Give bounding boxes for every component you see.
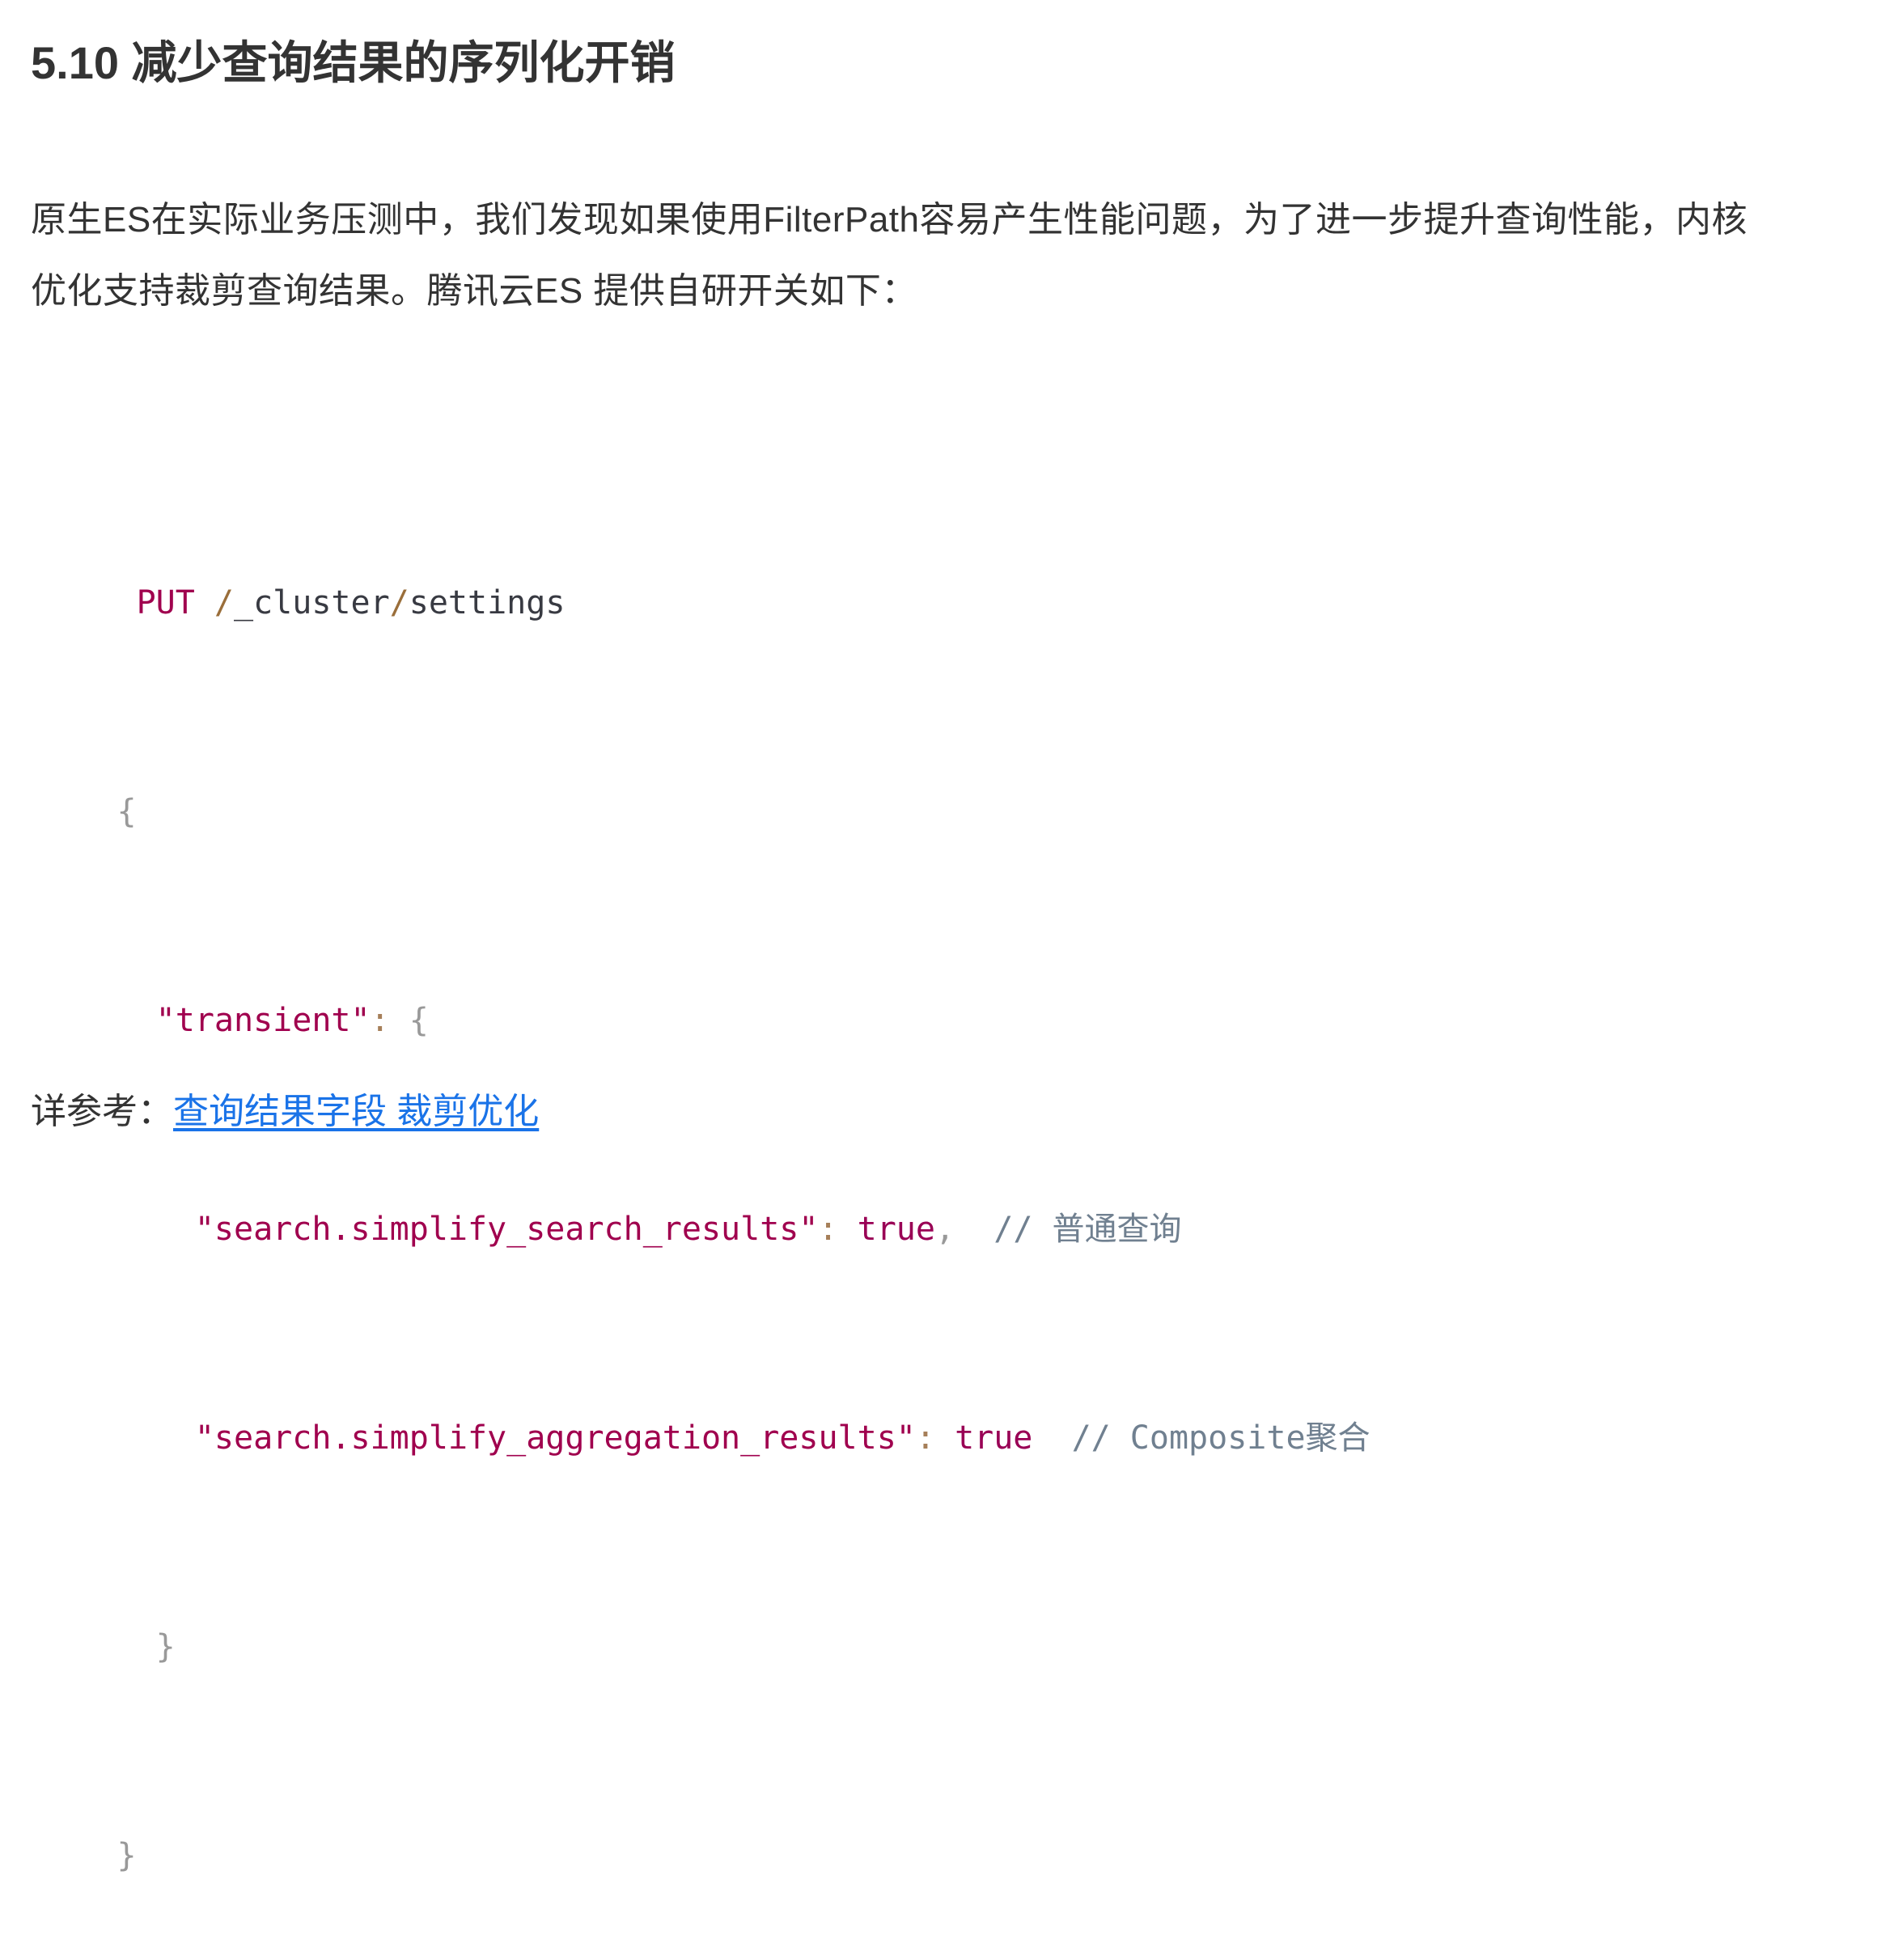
close-brace: }: [155, 1628, 176, 1665]
open-brace: {: [409, 1002, 429, 1039]
http-method: PUT: [136, 584, 195, 622]
transient-key: "transient": [155, 1002, 371, 1039]
code-line-transient-close: }: [0, 1612, 1371, 1682]
code-comment: // 普通查询: [993, 1211, 1182, 1248]
section-heading: 5.10 减少查询结果的序列化开销: [31, 37, 676, 88]
path-segment-cluster: _cluster: [234, 584, 390, 622]
code-block: PUT /_cluster/settings { "transient": { …: [0, 429, 1371, 1960]
setting-value: true: [955, 1419, 1033, 1457]
setting-key-simplify-aggregation: "search.simplify_aggregation_results": [194, 1419, 916, 1457]
open-brace: {: [117, 793, 137, 830]
reference-line: 详参考：查询结果字段 裁剪优化: [31, 1076, 539, 1148]
code-comment: // Composite聚合: [1071, 1419, 1371, 1457]
code-line-setting-2: "search.simplify_aggregation_results": t…: [0, 1403, 1371, 1473]
colon: :: [818, 1211, 838, 1248]
path-separator: /: [389, 584, 409, 622]
setting-value: true: [857, 1211, 935, 1248]
intro-paragraph-line-2: 优化支持裁剪查询结果。腾讯云ES 提供自研开关如下：: [31, 271, 917, 311]
code-line-open-brace: {: [0, 777, 1371, 846]
code-line-transient: "transient": {: [0, 986, 1371, 1055]
intro-paragraph-line-1: 原生ES在实际业务压测中，我们发现如果使用FilterPath容易产生性能问题，…: [31, 200, 1748, 240]
path-separator: /: [214, 584, 235, 622]
close-brace: }: [117, 1837, 137, 1874]
reference-label: 详参考：: [31, 1092, 173, 1131]
colon: :: [370, 1002, 390, 1039]
code-line-close-brace: }: [0, 1821, 1371, 1890]
code-line-request: PUT /_cluster/settings: [0, 568, 1371, 638]
setting-key-simplify-search: "search.simplify_search_results": [194, 1211, 819, 1248]
code-line-setting-1: "search.simplify_search_results": true, …: [0, 1194, 1371, 1264]
colon: :: [915, 1419, 935, 1457]
path-segment-settings: settings: [409, 584, 566, 622]
intro-paragraph: 原生ES在实际业务压测中，我们发现如果使用FilterPath容易产生性能问题，…: [31, 185, 1892, 327]
reference-link[interactable]: 查询结果字段 裁剪优化: [173, 1092, 539, 1131]
comma: ,: [934, 1211, 955, 1248]
